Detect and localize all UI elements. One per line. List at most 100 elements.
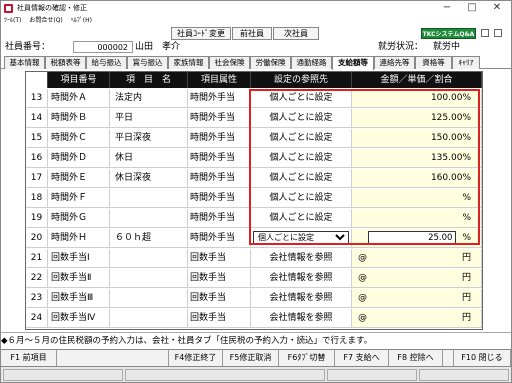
amount-cell[interactable]: @ 円 (352, 269, 482, 287)
app-window: 社員情報の確認・修正 − □ ✕ ﾂｰﾙ(T) お問合せ(Q) ﾍﾙﾌﾟ(H) 社員… (0, 0, 512, 383)
item-code: 時間外Ａ (48, 89, 110, 107)
row-number: 23 (26, 289, 48, 307)
app-icon (4, 4, 13, 13)
f1-prev-item-button[interactable]: F1 前項目 (1, 350, 57, 367)
tab-social-insurance[interactable]: 社会保険 (209, 56, 250, 69)
amount-value: @ (358, 313, 367, 323)
menu-inquiry[interactable]: お問合せ(Q) (29, 17, 62, 24)
amount-value: @ (358, 293, 367, 303)
f5-cancel-edit-button[interactable]: F5修正取消 (223, 350, 279, 367)
tab-basic-info[interactable]: 基本情報 (4, 56, 45, 69)
employee-code-change-button[interactable]: 社員ｺｰﾄﾞ変更 (171, 27, 231, 40)
item-attribute: 回数手当 (188, 309, 251, 327)
ref-setting-cell[interactable]: 会社情報を参照 (251, 289, 352, 307)
row-number: 21 (26, 249, 48, 267)
item-attribute: 時間外手当 (188, 149, 251, 167)
row-number: 22 (26, 269, 48, 287)
item-code: 時間外Ｅ (48, 169, 110, 187)
item-name: 平日深夜 (110, 129, 188, 147)
f7-to-payment-button[interactable]: F7 支給へ (335, 350, 389, 367)
maximize-button[interactable]: □ (460, 1, 484, 16)
f10-close-button[interactable]: F10 閉じる (453, 350, 511, 367)
f8-to-deduction-button[interactable]: F8 控除へ (389, 350, 443, 367)
amount-cell[interactable]: @ 円 (352, 309, 482, 327)
row-number: 16 (26, 149, 48, 167)
item-name (110, 309, 188, 327)
table-row[interactable]: 23 回数手当Ⅲ 回数手当 会社情報を参照 @ 円 (26, 289, 482, 308)
status-panel-4 (419, 369, 509, 381)
row-number: 20 (26, 229, 48, 247)
title-bar: 社員情報の確認・修正 − □ ✕ (1, 1, 511, 16)
amount-value: @ (358, 253, 367, 263)
row-number: 14 (26, 109, 48, 127)
tab-family-info[interactable]: 家族情報 (168, 56, 209, 69)
row-number: 18 (26, 189, 48, 207)
amount-cell[interactable]: @ 円 (352, 249, 482, 267)
status-panel-2 (125, 369, 325, 381)
ref-setting-cell[interactable]: 会社情報を参照 (251, 249, 352, 267)
minimize-button[interactable]: − (435, 1, 459, 16)
highlight-box (249, 89, 480, 245)
row-number: 15 (26, 129, 48, 147)
item-attribute: 回数手当 (188, 249, 251, 267)
table-row[interactable]: 24 回数手当Ⅳ 回数手当 会社情報を参照 @ 円 (26, 309, 482, 328)
employee-name: 山田 孝介 (135, 42, 181, 52)
amount-unit: 円 (461, 313, 471, 323)
f4-finish-edit-button[interactable]: F4修正終了 (169, 350, 223, 367)
checkbox-b[interactable] (494, 29, 502, 37)
tab-tax-table[interactable]: 税額表等 (45, 56, 86, 69)
tab-strip: 基本情報 税額表等 給与振込 賞与振込 家族情報 社会保険 労働保険 通勤経路 … (1, 56, 511, 70)
ref-setting-cell[interactable]: 会社情報を参照 (251, 269, 352, 287)
item-code: 時間外Ｆ (48, 189, 110, 207)
table-row[interactable]: 21 回数手当Ⅰ 回数手当 会社情報を参照 @ 円 (26, 249, 482, 268)
table-row[interactable]: 22 回数手当Ⅱ 回数手当 会社情報を参照 @ 円 (26, 269, 482, 288)
tab-payment-amounts[interactable]: 支給額等 (332, 56, 374, 70)
previous-employee-button[interactable]: 前社員 (232, 27, 272, 40)
item-name (110, 289, 188, 307)
status-panel-1 (3, 369, 123, 381)
employee-no-field[interactable]: 000002 (73, 41, 133, 53)
row-number: 19 (26, 209, 48, 227)
f6-switch-tab-button[interactable]: F6ﾀﾌﾞ切替 (279, 350, 335, 367)
fkey-blank (57, 350, 169, 367)
tab-contacts[interactable]: 連絡先等 (374, 56, 415, 69)
menu-help[interactable]: ﾍﾙﾌﾟ(H) (71, 17, 92, 24)
tab-bonus-transfer[interactable]: 賞与振込 (127, 56, 168, 69)
menu-tools[interactable]: ﾂｰﾙ(T) (4, 17, 21, 24)
item-name: 休日 (110, 149, 188, 167)
item-attribute: 時間外手当 (188, 189, 251, 207)
status-bar (1, 366, 511, 382)
work-status-label: 就労状況： (378, 42, 424, 52)
item-code: 回数手当Ⅱ (48, 269, 110, 287)
tab-salary-transfer[interactable]: 給与振込 (86, 56, 127, 69)
header-ref-setting: 設定の参照先 (251, 72, 352, 88)
tab-commute-route[interactable]: 通勤経路 (291, 56, 332, 69)
header-item-name: 項 目 名 (110, 72, 188, 88)
item-code: 時間外Ｃ (48, 129, 110, 147)
amount-cell[interactable]: @ 円 (352, 289, 482, 307)
item-name: ６０ｈ超 (110, 229, 188, 247)
item-code: 時間外Ｄ (48, 149, 110, 167)
item-attribute: 回数手当 (188, 269, 251, 287)
tab-labor-insurance[interactable]: 労働保険 (250, 56, 291, 69)
item-name (110, 269, 188, 287)
next-employee-button[interactable]: 次社員 (273, 27, 319, 40)
employee-no-label: 社員番号： (5, 42, 51, 52)
checkbox-a[interactable] (481, 29, 489, 37)
item-attribute: 時間外手当 (188, 109, 251, 127)
ref-setting-cell[interactable]: 会社情報を参照 (251, 309, 352, 327)
table-header: 行 項目番号 項 目 名 項目属性 設定の参照先 金額／単価／割合 (26, 72, 482, 88)
amount-unit: 円 (461, 293, 471, 303)
row-number: 24 (26, 309, 48, 327)
item-name: 休日深夜 (110, 169, 188, 187)
tab-career[interactable]: ｷｬﾘｱ (452, 56, 480, 69)
close-button[interactable]: ✕ (485, 1, 509, 16)
window-title: 社員情報の確認・修正 (17, 4, 87, 12)
item-attribute: 時間外手当 (188, 229, 251, 247)
tkc-logo[interactable]: TKCシステムQ&A (421, 28, 476, 39)
info-note: ◆６月～５月の住民税額の予約入力は、会社・社員タブ「住民税の予約入力・読込」で行… (1, 332, 511, 349)
tab-qualifications[interactable]: 資格等 (415, 56, 452, 69)
item-code: 回数手当Ⅳ (48, 309, 110, 327)
item-attribute: 時間外手当 (188, 129, 251, 147)
item-attribute: 時間外手当 (188, 169, 251, 187)
